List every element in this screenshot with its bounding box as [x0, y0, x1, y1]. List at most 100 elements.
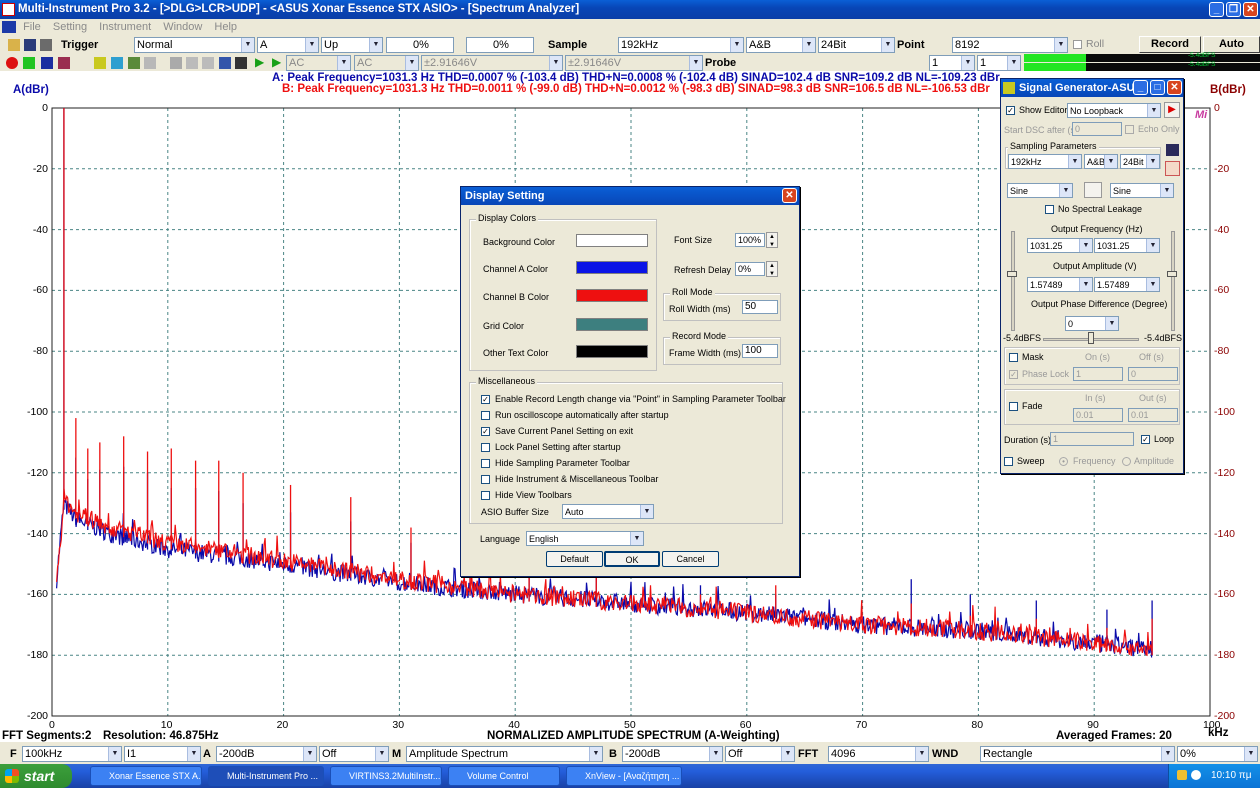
- frequency-a-select[interactable]: 1031.25 ▼: [1027, 238, 1093, 253]
- offset-a-select[interactable]: Off ▼: [319, 746, 389, 762]
- waveform-a-select[interactable]: Sine ▼: [1007, 183, 1073, 198]
- bits-select[interactable]: 24Bit ▼: [818, 37, 895, 53]
- spectrum-icon[interactable]: [41, 57, 53, 69]
- checkbox-save-panel-setting[interactable]: ✓: [481, 427, 490, 436]
- fade-checkbox[interactable]: [1009, 402, 1018, 411]
- auto-button[interactable]: Auto: [1203, 36, 1260, 53]
- pretrigger-spin[interactable]: 0%: [466, 37, 534, 53]
- amplitude-a-select[interactable]: 1.57489 ▼: [1027, 277, 1093, 292]
- restore-button[interactable]: ❐: [1226, 2, 1241, 17]
- siggen-rate-select[interactable]: 192kHz ▼: [1008, 154, 1082, 169]
- taskbar-item-volume-control[interactable]: Volume Control: [448, 766, 560, 786]
- play-icon[interactable]: ▶: [255, 55, 264, 69]
- balance-slider-handle[interactable]: [1088, 332, 1094, 344]
- voltage-a-select[interactable]: ±2.91646V ▼: [421, 55, 563, 71]
- taskbar-item-xnview[interactable]: XnView - [Αναζήτηση ...: [566, 766, 682, 786]
- no-spectral-leakage-checkbox[interactable]: [1045, 205, 1054, 214]
- amplitude-b-select[interactable]: 1.57489 ▼: [1094, 277, 1160, 292]
- siggen-minimize-icon[interactable]: _: [1133, 80, 1148, 95]
- cursor-icon[interactable]: [170, 57, 182, 69]
- checkbox-hide-view-toolbars[interactable]: [481, 491, 490, 500]
- open-icon[interactable]: [8, 39, 20, 51]
- play-step-icon[interactable]: ▶: [272, 55, 281, 69]
- checkbox-enable-record-length[interactable]: ✓: [481, 395, 490, 404]
- duration-input[interactable]: 1: [1050, 432, 1134, 446]
- coupling-b-select[interactable]: AC ▼: [354, 55, 419, 71]
- oscilloscope-icon[interactable]: [23, 57, 35, 69]
- tray-icon[interactable]: [1177, 770, 1187, 780]
- trigger-level-spin[interactable]: 0%: [386, 37, 454, 53]
- roll-checkbox[interactable]: [1073, 40, 1082, 49]
- multimeter-icon[interactable]: [58, 57, 70, 69]
- points-select[interactable]: 8192 ▼: [952, 37, 1068, 53]
- checkbox-hide-instrument-toolbar[interactable]: [481, 475, 490, 484]
- tools-icon[interactable]: [219, 57, 231, 69]
- font-size-input[interactable]: 100%: [735, 233, 765, 247]
- window-function-select[interactable]: Rectangle ▼: [980, 746, 1175, 762]
- trigger-edge-select[interactable]: Up ▼: [321, 37, 383, 53]
- siggen-close-icon[interactable]: ✕: [1167, 80, 1182, 95]
- range-b-select[interactable]: -200dB ▼: [622, 746, 723, 762]
- amplitude-a-slider-handle[interactable]: [1007, 271, 1017, 277]
- siggen-save-icon[interactable]: [1166, 144, 1179, 156]
- background-color-swatch[interactable]: [576, 234, 648, 247]
- save-icon[interactable]: [24, 39, 36, 51]
- echo-only-checkbox[interactable]: [1125, 125, 1134, 134]
- amplitude-a-slider-track[interactable]: [1011, 231, 1015, 331]
- fade-in-input[interactable]: 0.01: [1073, 408, 1123, 422]
- minimize-button[interactable]: _: [1209, 2, 1224, 17]
- siggen-tone-icon[interactable]: [1165, 161, 1180, 176]
- frequency-b-select[interactable]: 1031.25 ▼: [1094, 238, 1160, 253]
- checkbox-hide-sampling-toolbar[interactable]: [481, 459, 490, 468]
- other-text-color-swatch[interactable]: [576, 345, 648, 358]
- menu-file[interactable]: File: [23, 21, 41, 33]
- refresh-delay-spinner-icon[interactable]: ▲ ▼: [766, 261, 778, 277]
- amplitude-b-slider-track[interactable]: [1171, 231, 1175, 331]
- ok-button[interactable]: OK: [604, 551, 660, 567]
- menu-window[interactable]: Window: [163, 21, 202, 33]
- refresh-delay-input[interactable]: 0%: [735, 262, 765, 276]
- sweep-frequency-radio[interactable]: •: [1059, 457, 1068, 466]
- marker-b-icon[interactable]: [202, 57, 214, 69]
- menu-help[interactable]: Help: [214, 21, 237, 33]
- probe-a-select[interactable]: 1 ▼: [929, 55, 975, 71]
- waveform-b-select[interactable]: Sine ▼: [1110, 183, 1174, 198]
- sweep-amplitude-radio[interactable]: [1122, 457, 1131, 466]
- fade-out-input[interactable]: 0.01: [1128, 408, 1178, 422]
- show-editor-checkbox[interactable]: ✓: [1006, 106, 1015, 115]
- offset-b-select[interactable]: Off ▼: [725, 746, 795, 762]
- menu-setting[interactable]: Setting: [53, 21, 87, 33]
- print-icon[interactable]: [40, 39, 52, 51]
- probe-b-select[interactable]: 1 ▼: [977, 55, 1021, 71]
- font-size-spinner-icon[interactable]: ▲ ▼: [766, 232, 778, 248]
- default-button[interactable]: Default: [546, 551, 603, 567]
- overlap-select[interactable]: 0% ▼: [1177, 746, 1258, 762]
- language-select[interactable]: English ▼: [526, 531, 644, 546]
- close-button[interactable]: ✕: [1243, 2, 1258, 17]
- phase-lock-checkbox[interactable]: ✓: [1009, 370, 1018, 379]
- phase-difference-select[interactable]: 0 ▼: [1065, 316, 1119, 331]
- cancel-button[interactable]: Cancel: [662, 551, 719, 567]
- channel-select[interactable]: A&B ▼: [746, 37, 816, 53]
- grid-color-swatch[interactable]: [576, 318, 648, 331]
- frequency-range-select[interactable]: 100kHz ▼: [22, 746, 122, 762]
- range-a-select[interactable]: -200dB ▼: [216, 746, 317, 762]
- start-generator-play-icon[interactable]: ▶: [1164, 102, 1180, 118]
- taskbar-item-virtins[interactable]: VIRTINS3.2MultiInstr...: [330, 766, 442, 786]
- siggen-channel-select[interactable]: A&B ▼: [1084, 154, 1118, 169]
- taskbar-item-xonar[interactable]: Xonar Essence STX A...: [90, 766, 202, 786]
- checkbox-run-oscilloscope[interactable]: [481, 411, 490, 420]
- speaker-icon[interactable]: [235, 57, 247, 69]
- index-select[interactable]: I1 ▼: [124, 746, 201, 762]
- sweep-icon[interactable]: [128, 57, 140, 69]
- signal-generator-icon[interactable]: [94, 57, 106, 69]
- start-dsc-input[interactable]: 0: [1072, 122, 1122, 136]
- taskbar-item-multi-instrument[interactable]: Multi-Instrument Pro ...: [208, 766, 324, 786]
- siggen-bits-select[interactable]: 24Bit ▼: [1120, 154, 1160, 169]
- voltage-b-select[interactable]: ±2.91646V ▼: [565, 55, 703, 71]
- waveform-link-button[interactable]: [1084, 182, 1102, 198]
- trigger-channel-select[interactable]: A ▼: [257, 37, 319, 53]
- record-button[interactable]: Record: [1139, 36, 1201, 53]
- asio-buffer-select[interactable]: Auto ▼: [562, 504, 654, 519]
- start-button[interactable]: start: [0, 764, 72, 788]
